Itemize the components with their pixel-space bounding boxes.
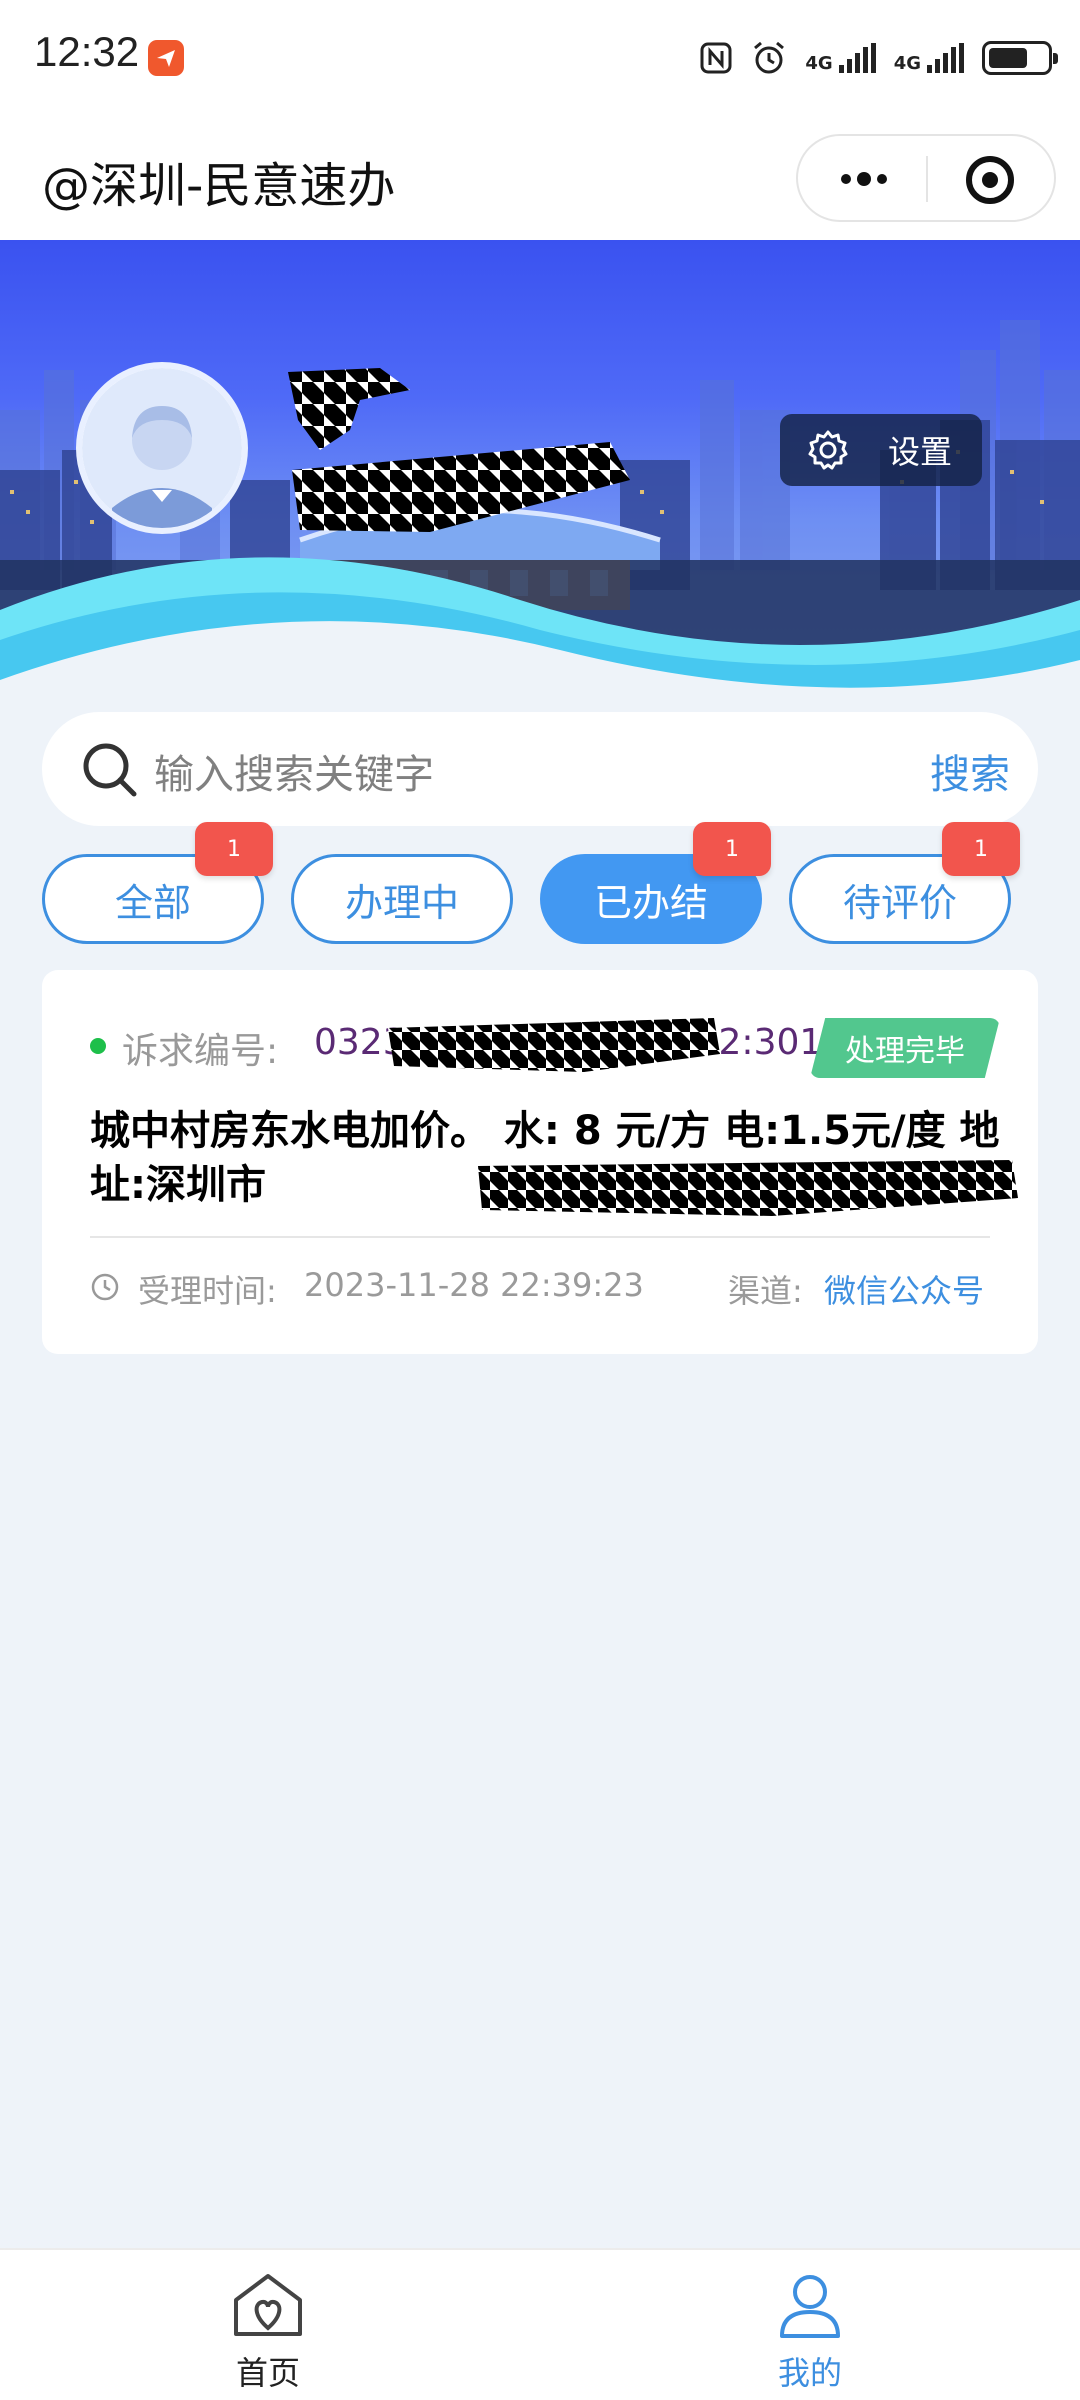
miniprogram-capsule xyxy=(796,134,1056,222)
default-avatar-icon xyxy=(82,368,242,528)
profile-icon xyxy=(780,2275,840,2338)
settings-label: 设置 xyxy=(888,433,953,471)
case-card[interactable]: 诉求编号: 0323 22:30101 处理完毕 城中村房东水电加价。 水: 8 … xyxy=(42,970,1038,1354)
status-dot xyxy=(90,1038,106,1054)
signal-2: 4G xyxy=(894,43,964,73)
redacted-username xyxy=(288,368,630,532)
home-icon xyxy=(234,2274,302,2336)
redaction-mark xyxy=(478,1160,1018,1216)
profile-banner: 设置 xyxy=(0,240,1080,692)
app-notification-icon xyxy=(148,40,184,76)
tab-mine[interactable]: 我的 xyxy=(710,2250,910,2400)
status-badge: 处理完毕 xyxy=(810,1018,1000,1078)
alarm-icon xyxy=(754,41,785,74)
status-indicators: 4G 4G xyxy=(699,36,1058,80)
more-icon[interactable] xyxy=(832,156,896,202)
signal-1: 4G xyxy=(805,43,876,74)
tab-label: 办理中 xyxy=(344,880,459,925)
case-number-label: 诉求编号: xyxy=(122,1031,279,1072)
search-input[interactable]: 输入搜索关键字 xyxy=(154,742,434,800)
capsule-divider xyxy=(926,156,928,202)
nav-bar: @深圳-民意速办 xyxy=(0,118,1080,240)
clock-icon xyxy=(91,1273,119,1301)
search-bar: 输入搜索关键字 搜索 xyxy=(42,712,1038,826)
count-badge: 1 xyxy=(942,822,1020,876)
tab-in-progress[interactable]: 办理中 xyxy=(291,854,513,944)
redaction-mark xyxy=(388,1018,720,1072)
gear-icon xyxy=(808,430,848,470)
accept-time-label: 受理时间: xyxy=(138,1272,277,1310)
tab-mine-label: 我的 xyxy=(777,2354,842,2392)
close-miniprogram-icon[interactable] xyxy=(964,154,1016,206)
network-type-2: 4G xyxy=(893,53,921,74)
battery-icon xyxy=(982,41,1058,75)
tab-home-label: 首页 xyxy=(235,2354,300,2392)
count-badge: 1 xyxy=(195,822,273,876)
tab-label: 待评价 xyxy=(842,880,957,925)
search-button[interactable]: 搜索 xyxy=(930,742,1010,800)
card-divider xyxy=(90,1236,990,1238)
tab-home[interactable]: 首页 xyxy=(168,2250,368,2400)
nfc-icon xyxy=(700,42,732,74)
bottom-tab-bar: 首页 我的 xyxy=(0,2248,1080,2400)
count-badge: 1 xyxy=(693,822,771,876)
status-time: 12:32 xyxy=(34,28,140,75)
status-bar: 12:32 4G 4G xyxy=(0,0,1080,118)
settings-button[interactable]: 设置 xyxy=(780,414,982,486)
avatar[interactable] xyxy=(76,362,248,534)
channel-label: 渠道: xyxy=(728,1272,803,1310)
network-type-1: 4G xyxy=(805,53,833,74)
tab-label: 已办结 xyxy=(593,880,708,925)
channel-value: 微信公众号 xyxy=(824,1272,985,1310)
search-icon xyxy=(83,743,137,797)
page-title: @深圳-民意速办 xyxy=(42,158,396,214)
tab-label: 全部 xyxy=(114,880,191,925)
accept-time-value: 2023-11-28 22:39:23 xyxy=(304,1266,644,1304)
